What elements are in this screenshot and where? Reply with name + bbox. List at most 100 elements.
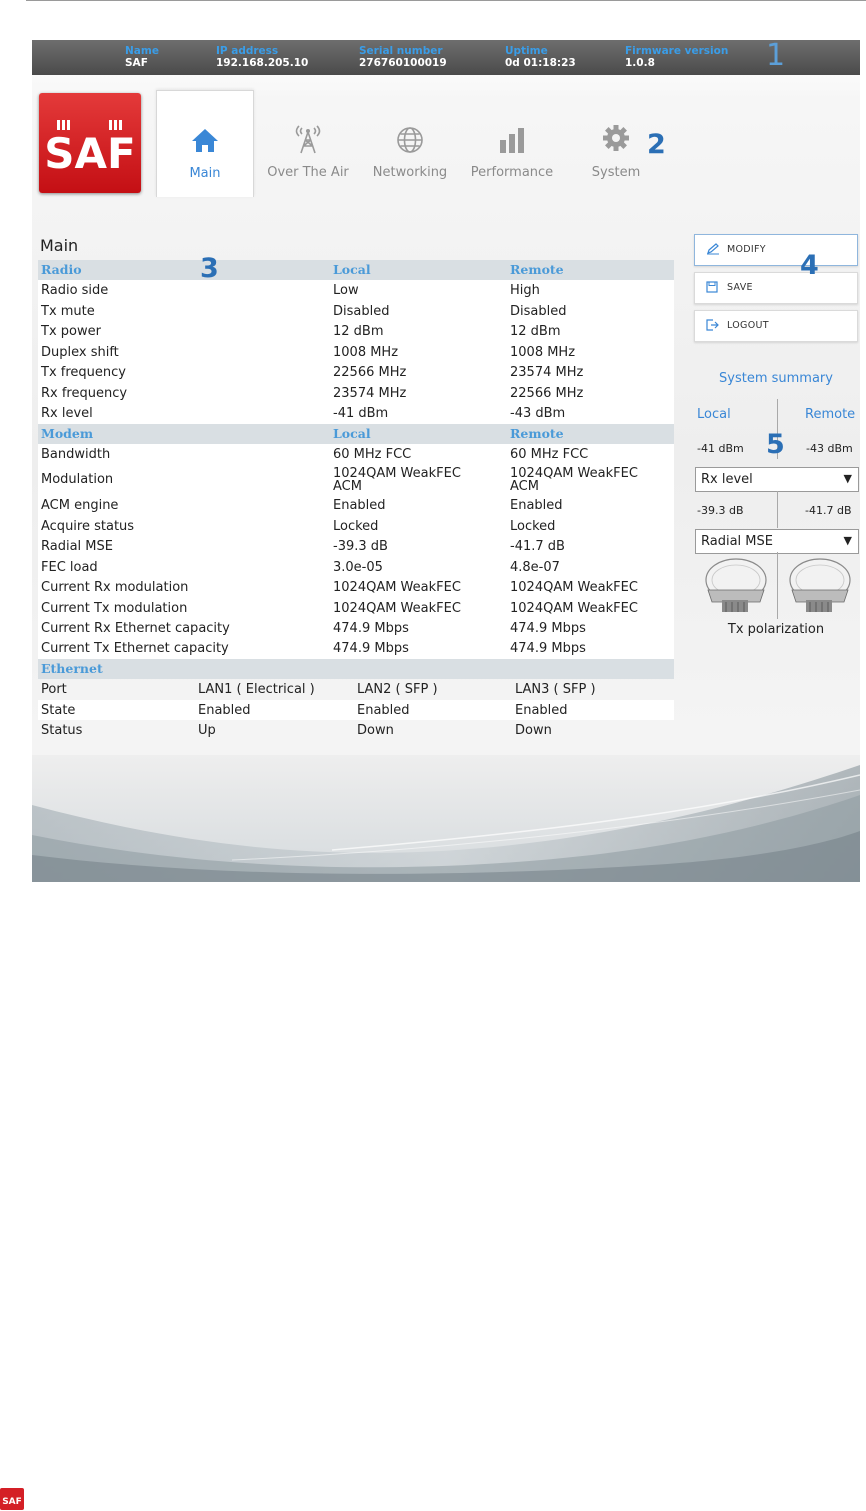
remote-value: 4.8e-07 [510,559,560,575]
metric2-local-value: -39.3 dB [697,504,744,517]
table-row: Radial MSE -39.3 dB -41.7 dB [38,536,674,557]
local-antenna-dish-icon [705,558,767,612]
modem-section-header: Modem Local Remote [38,423,674,444]
tab-performance[interactable]: Performance [462,90,562,196]
local-value: 1024QAM WeakFEC ACM [333,466,461,495]
row-label: Port [41,682,67,698]
row-label: ACM engine [41,498,119,514]
table-row: Current Rx Ethernet capacity 474.9 Mbps 47… [38,618,674,639]
info-value: SAF [125,57,148,69]
table-row: Tx frequency 22566 MHz 23574 MHz [38,362,674,383]
section-title: Modem [41,425,94,441]
home-icon [192,129,218,152]
lan1-value: Up [198,723,216,739]
local-value: 12 dBm [333,324,384,340]
info-label: Firmware version [625,45,729,57]
tx-polarization-label: Tx polarization [727,622,825,637]
bar-chart-icon [500,128,524,153]
row-label: Modulation [41,472,114,488]
table-row: Port LAN1 ( Electrical ) LAN2 ( SFP ) LAN3 … [38,679,674,699]
remote-value: 22566 MHz [510,385,584,401]
row-label: Current Rx modulation [41,580,189,596]
section-title: Radio [41,262,82,277]
info-serial-number: Serial number 276760100019 [359,45,447,69]
logo-text: SAF [44,129,135,178]
info-label: Serial number [359,45,443,57]
info-value: 192.168.205.10 [216,57,309,69]
row-label: Rx level [41,406,93,422]
table-row: Modulation 1024QAM WeakFEC ACM 1024QAM Wea… [38,464,674,496]
row-label: Radial MSE [41,539,113,555]
local-value: Disabled [333,303,390,319]
info-label: IP address [216,45,279,57]
row-label: Tx frequency [41,365,126,381]
lan3-value: Down [515,723,552,739]
dropdown-arrow-icon: ▼ [843,472,852,485]
globe-icon [397,127,423,153]
tab-label: Main [189,166,221,181]
local-value: 23574 MHz [333,385,407,401]
footer-wave-decoration [32,755,860,882]
callout-4: 4 [800,250,819,281]
callout-1: 1 [766,40,786,73]
lan2-value: Enabled [357,702,410,718]
page-top-rule [26,0,866,1]
lan1-value: Enabled [198,702,251,718]
device-info-bar: Name SAF IP address 192.168.205.10 Seria… [32,40,860,75]
table-row: State Enabled Enabled Enabled [38,699,674,721]
summary-remote-label: Remote [805,407,856,422]
table-row: Rx level -41 dBm -43 dBm [38,403,674,424]
tab-networking[interactable]: Networking [362,90,458,196]
column-remote: Remote [510,262,564,277]
system-summary-title: System summary [719,371,833,386]
remote-value: Enabled [510,498,563,514]
section-title: Ethernet [41,660,103,676]
info-uptime: Uptime 0d 01:18:23 [505,45,576,69]
summary-divider [777,491,778,528]
metric2-remote-value: -41.7 dB [805,504,852,517]
logout-button[interactable]: LOGOUT [694,310,858,342]
web-ui-screenshot: Name SAF IP address 192.168.205.10 Seria… [32,40,860,882]
tab-main[interactable]: Main [156,90,254,197]
table-row: Tx mute Disabled Disabled [38,300,674,322]
modify-button[interactable]: MODIFY [694,234,858,266]
lan1-value: LAN1 ( Electrical ) [198,682,315,698]
local-value: Low [333,283,359,299]
table-row: Current Tx modulation 1024QAM WeakFEC 1024… [38,597,674,618]
save-label: SAVE [727,282,753,293]
info-value: 1.0.8 [625,57,655,69]
row-label: Current Tx Ethernet capacity [41,641,229,657]
table-row: Acquire status Locked Locked [38,515,674,537]
remote-value: 1024QAM WeakFEC [510,580,638,596]
row-label: Radio side [41,283,109,299]
local-value: Locked [333,518,379,534]
radio-section-header: Radio Local Remote [38,260,674,281]
footer-logo-text: SAF [2,1497,22,1507]
page-title: Main [40,236,79,255]
row-label: Status [41,723,83,739]
gear-icon [603,125,629,151]
table-row: Status Up Down Down [38,720,674,740]
row-label: Acquire status [41,518,135,534]
info-firmware-version: Firmware version 1.0.8 [625,45,728,69]
remote-value: -41.7 dB [510,539,565,555]
row-label: FEC load [41,559,98,575]
antenna-tower-icon [295,125,321,154]
info-label: Uptime [505,45,548,57]
row-label: Current Rx Ethernet capacity [41,621,230,636]
local-value: 474.9 Mbps [333,641,409,657]
tab-over-the-air[interactable]: Over The Air [258,90,358,196]
save-button[interactable]: SAVE [694,272,858,304]
metric1-select[interactable]: Rx level ▼ [695,467,859,492]
metric1-selected: Rx level [701,472,753,487]
remote-value: 1024QAM WeakFEC [510,600,638,616]
remote-value: 23574 MHz [510,365,584,381]
remote-value: 12 dBm [510,324,561,340]
pencil-icon [707,243,719,255]
tab-label: Over The Air [267,165,349,180]
callout-3: 3 [200,253,219,284]
local-value: 474.9 Mbps [333,621,409,636]
metric2-select[interactable]: Radial MSE ▼ [695,529,859,554]
main-status-table: Radio Local Remote Radio side Low High Tx … [38,260,674,741]
table-row: Bandwidth 60 MHz FCC 60 MHz FCC [38,443,674,465]
